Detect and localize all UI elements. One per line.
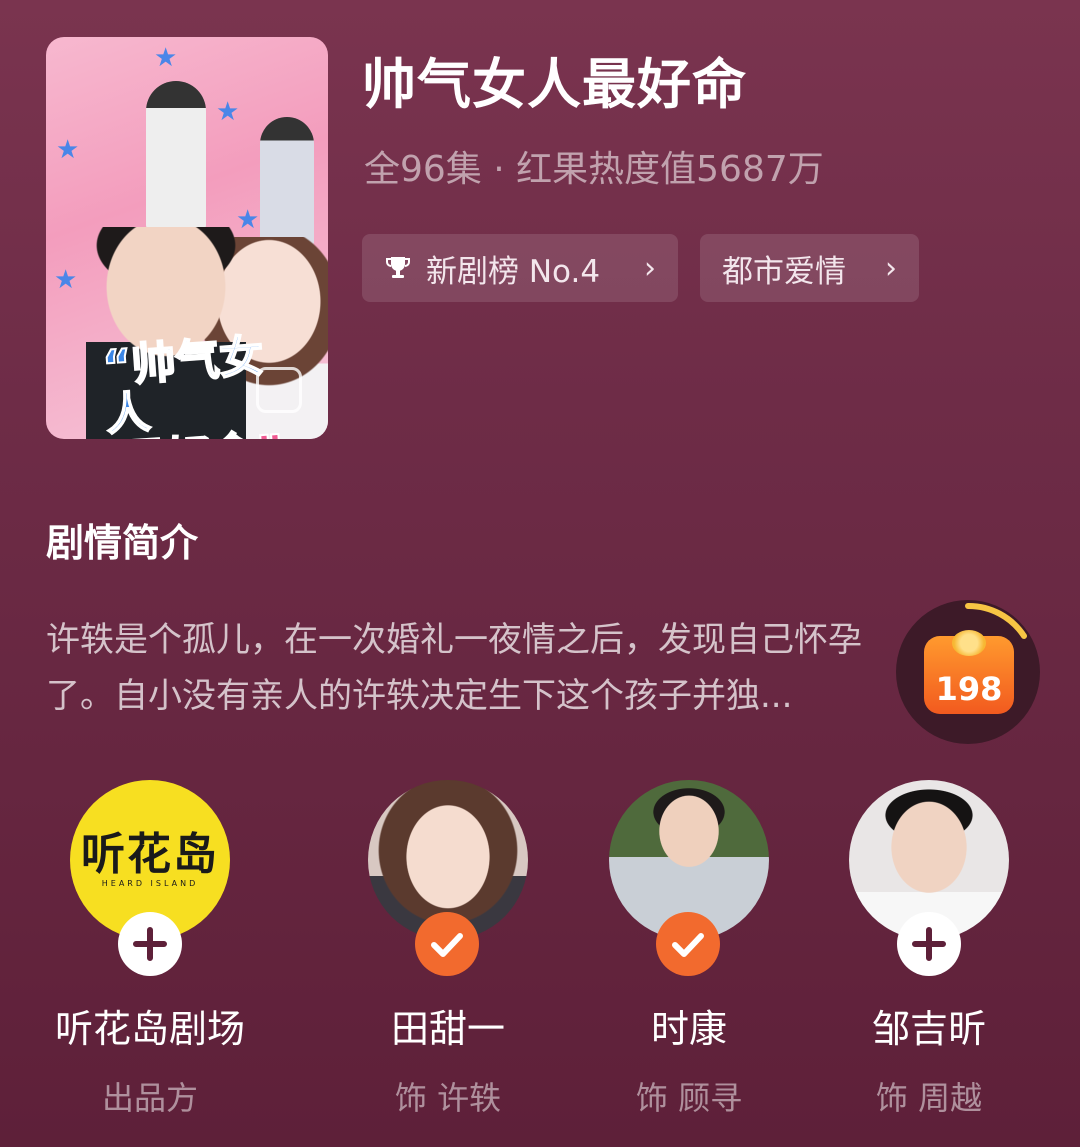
reward-count: 198	[935, 670, 1003, 708]
poster-figure	[146, 81, 206, 231]
cast-name: 时康	[650, 1007, 727, 1051]
followed-badge[interactable]	[656, 912, 720, 976]
plus-icon	[133, 927, 167, 961]
genre-tag[interactable]: 都市爱情 ›	[700, 234, 919, 302]
cast-role: 饰 许轶	[394, 1079, 502, 1117]
star-decoration: ★	[54, 265, 78, 295]
studio-logo-text: 听花岛	[81, 828, 219, 880]
synopsis-text[interactable]: 许轶是个孤儿，在一次婚礼一夜情之后，发现自己怀孕 了。自小没有亲人的许轶决定生下…	[46, 612, 1036, 724]
followed-badge[interactable]	[415, 912, 479, 976]
check-icon	[431, 933, 463, 957]
cast-role: 饰 顾寻	[635, 1079, 743, 1117]
follow-button[interactable]	[897, 912, 961, 976]
cast-role: 饰 周越	[875, 1079, 983, 1117]
coin-icon	[952, 630, 986, 656]
cast-name: 田甜一	[390, 1007, 505, 1051]
plus-icon	[912, 927, 946, 961]
check-icon	[672, 933, 704, 957]
drama-poster[interactable]: ★ ★ ★ ★ ★ ★ “帅气女人 最好命”	[46, 37, 328, 439]
chevron-right-icon: ›	[885, 250, 897, 286]
reward-widget[interactable]: 198	[896, 600, 1040, 744]
star-decoration: ★	[216, 97, 240, 127]
drama-title: 帅气女人最好命	[362, 53, 747, 116]
synopsis-line: 了。自小没有亲人的许轶决定生下这个孩子并独...	[46, 676, 793, 716]
star-decoration: ★	[154, 43, 178, 73]
synopsis-line: 许轶是个孤儿，在一次婚礼一夜情之后，发现自己怀孕	[46, 620, 862, 660]
cast-name: 听花岛剧场	[54, 1007, 245, 1051]
studio-logo-subtext: HEARD ISLAND	[101, 878, 199, 888]
chevron-right-icon: ›	[644, 250, 656, 286]
follow-button[interactable]	[118, 912, 182, 976]
trophy-icon	[386, 257, 410, 278]
star-decoration: ★	[56, 135, 80, 165]
synopsis-heading: 剧情简介	[46, 521, 199, 565]
cast-role: 出品方	[101, 1079, 198, 1117]
rank-tag-label: 新剧榜 No.4	[426, 253, 601, 290]
camera-icon	[256, 367, 302, 413]
drama-meta: 全96集 · 红果热度值5687万	[364, 149, 824, 190]
genre-tag-label: 都市爱情	[722, 253, 846, 290]
cast-name: 邹吉昕	[871, 1007, 986, 1051]
rank-tag[interactable]: 新剧榜 No.4 ›	[362, 234, 678, 302]
poster-figure	[260, 117, 314, 247]
